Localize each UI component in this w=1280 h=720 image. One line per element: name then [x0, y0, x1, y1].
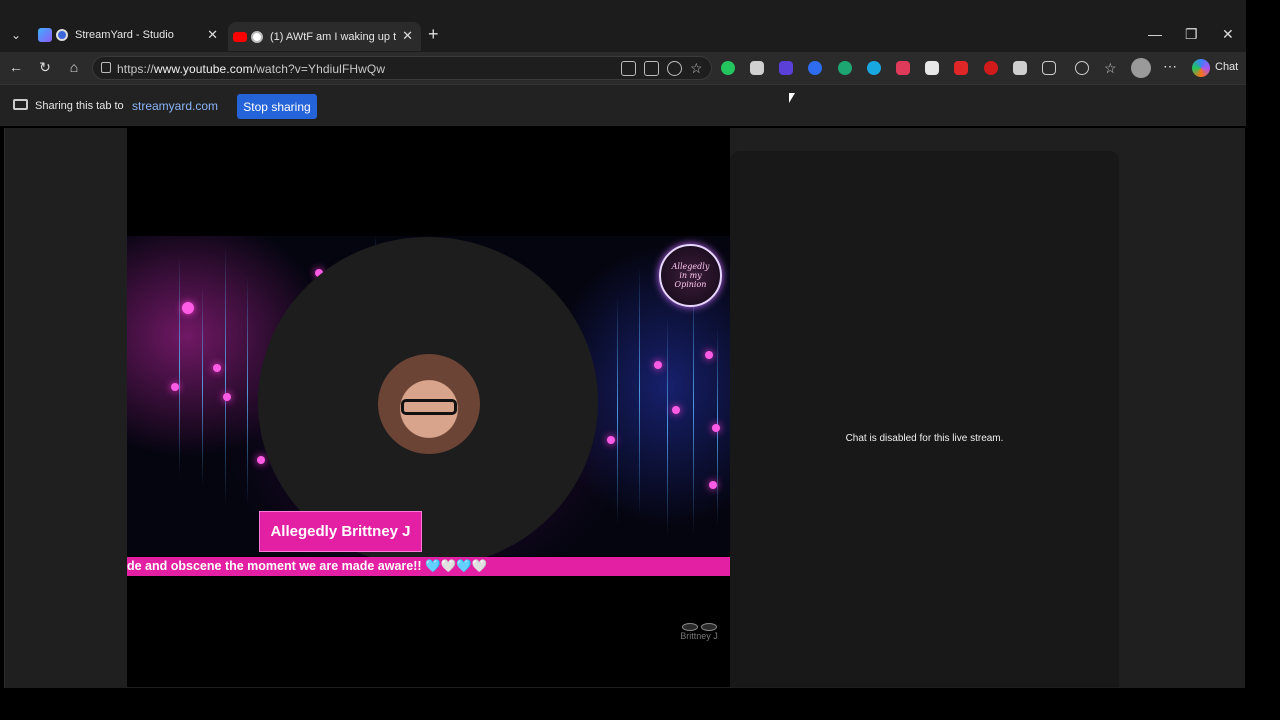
lock-icon — [101, 62, 111, 73]
sharing-label: Sharing this tab to — [35, 100, 124, 112]
url-text[interactable]: https://www.youtube.com/watch?v=YhdiulFH… — [117, 62, 385, 76]
tab-actions-chevron-icon[interactable]: ⌄ — [6, 24, 26, 46]
tab-streamyard[interactable]: StreamYard - Studio ✕ — [30, 23, 226, 47]
close-window-icon[interactable]: ✕ — [1222, 26, 1234, 43]
channel-logo-badge: Allegedly in my Opinion — [659, 244, 722, 307]
favorite-star-icon[interactable]: ☆ — [690, 61, 705, 76]
extension-green-icon[interactable] — [721, 61, 735, 75]
tab-title: StreamYard - Studio — [75, 29, 174, 41]
tab-sharing-bar: Sharing this tab to streamyard.com Stop … — [0, 84, 1246, 126]
copilot-icon[interactable] — [1192, 59, 1210, 77]
app-available-icon[interactable] — [644, 61, 659, 76]
recording-indicator-icon — [56, 29, 68, 41]
extension-purple-icon[interactable] — [779, 61, 793, 75]
screen: ⌄ StreamYard - Studio ✕ (1) AWtF am I wa… — [0, 0, 1280, 720]
extensions-puzzle-icon[interactable] — [1042, 61, 1056, 75]
extension-red-icon[interactable] — [896, 61, 910, 75]
extension-y-icon[interactable] — [925, 61, 939, 75]
tab-youtube[interactable]: (1) AWtF am I waking up to?? ✕ — [228, 22, 421, 51]
screen-share-icon — [13, 99, 28, 110]
glasses — [401, 399, 457, 415]
copilot-vision-icon[interactable] — [621, 61, 636, 76]
watermark-text: Brittney J — [680, 631, 718, 641]
live-chat-panel: Chat is disabled for this live stream. — [730, 151, 1119, 687]
copilot-chat-button[interactable]: Chat — [1215, 61, 1238, 73]
extension-cyan-icon[interactable] — [867, 61, 881, 75]
host-avatar — [378, 354, 480, 454]
extension-video-icon[interactable] — [954, 61, 968, 75]
page-right-area — [1119, 128, 1245, 688]
extension-grammar-icon[interactable] — [838, 61, 852, 75]
navigation-bar: ← ↻ ⌂ https://www.youtube.com/watch?v=Yh… — [0, 52, 1246, 84]
sharing-indicator-icon — [251, 30, 263, 43]
video-player[interactable]: Allegedly in my Opinion Allegedly Brittn… — [127, 128, 730, 687]
back-arrow-icon[interactable]: ← — [7, 59, 25, 75]
watermark-logo: Brittney J — [678, 623, 720, 653]
more-options-icon[interactable]: ⋯ — [1163, 58, 1177, 75]
address-bar[interactable]: https://www.youtube.com/watch?v=YhdiulFH… — [92, 56, 712, 80]
close-tab-icon[interactable]: ✕ — [402, 28, 413, 44]
host-name-tag: Allegedly Brittney J — [259, 511, 422, 552]
refresh-icon[interactable]: ↻ — [36, 59, 54, 76]
new-tab-plus-icon[interactable]: + — [428, 25, 439, 43]
profile-avatar-icon[interactable] — [1131, 58, 1151, 78]
home-icon[interactable]: ⌂ — [65, 59, 83, 75]
tab-bar: ⌄ StreamYard - Studio ✕ (1) AWtF am I wa… — [0, 0, 1246, 52]
chat-disabled-message: Chat is disabled for this live stream. — [845, 433, 1004, 444]
mouse-cursor-icon — [789, 93, 795, 103]
extension-stop-icon[interactable] — [984, 61, 998, 75]
zoom-icon[interactable] — [667, 61, 682, 76]
favorites-icon[interactable]: ☆ — [1104, 61, 1118, 75]
close-tab-icon[interactable]: ✕ — [207, 27, 218, 43]
restore-icon[interactable]: ❐ — [1185, 26, 1198, 43]
youtube-favicon-icon — [233, 31, 247, 42]
extension-blue-circle-icon[interactable] — [808, 61, 822, 75]
minimize-icon[interactable]: — — [1148, 26, 1162, 42]
sharing-target-link[interactable]: streamyard.com — [132, 99, 218, 113]
media-control-icon[interactable] — [1075, 61, 1089, 75]
extension-c-icon[interactable] — [1013, 61, 1027, 75]
scrolling-ticker: de and obscene the moment we are made aw… — [127, 557, 730, 576]
streamyard-favicon-icon — [38, 28, 52, 42]
extension-gray-icon[interactable] — [750, 61, 764, 75]
stop-sharing-button[interactable]: Stop sharing — [237, 94, 317, 119]
tab-title: (1) AWtF am I waking up to?? — [270, 30, 396, 43]
